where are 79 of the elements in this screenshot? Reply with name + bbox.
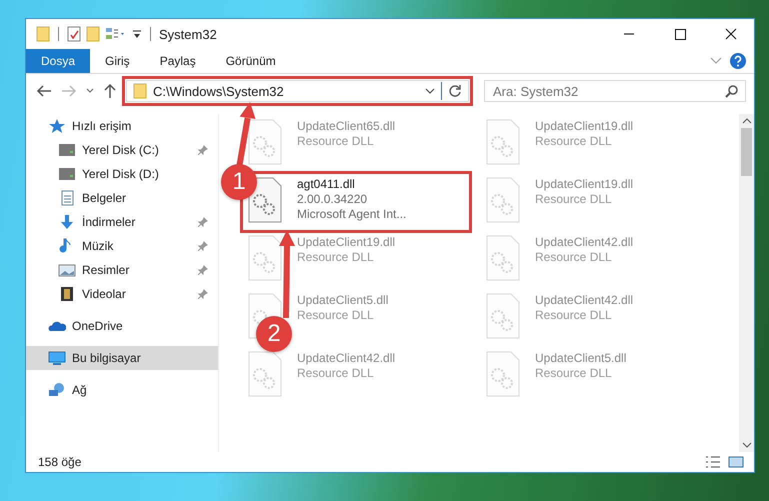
sidebar-item[interactable]: Ağ — [26, 378, 218, 402]
refresh-icon[interactable] — [448, 84, 462, 98]
sidebar-item[interactable]: Yerel Disk (C:) — [26, 138, 218, 162]
film-icon — [58, 286, 76, 302]
network-icon — [48, 382, 66, 398]
file-name: agt0411.dll — [297, 177, 356, 191]
file-name: UpdateClient5.dll — [535, 351, 626, 365]
scroll-up-icon[interactable] — [742, 118, 752, 124]
file-name: UpdateClient5.dll — [297, 293, 388, 307]
dll-gear-file-icon — [485, 351, 521, 397]
dll-gear-file-icon — [247, 351, 283, 397]
details-view-icon[interactable] — [704, 455, 722, 469]
dll-gear-file-icon — [485, 177, 521, 223]
file-detail: Resource DLL — [297, 308, 375, 322]
customize-caret-icon[interactable] — [132, 29, 142, 39]
ribbon-tab[interactable]: Paylaş — [144, 49, 211, 73]
file-detail: Resource DLL — [535, 308, 613, 322]
drive-icon — [58, 142, 76, 158]
pin-icon[interactable] — [198, 217, 208, 227]
dropdown-caret-icon[interactable] — [425, 88, 435, 94]
file-detail: Resource DLL — [535, 366, 613, 380]
scroll-thumb[interactable] — [741, 128, 752, 176]
file-detail: Microsoft Agent Int... — [297, 207, 406, 221]
file-detail: Resource DLL — [297, 134, 375, 148]
pin-icon[interactable] — [198, 145, 208, 155]
help-icon[interactable] — [730, 53, 746, 69]
dll-gear-file-icon — [247, 177, 283, 223]
file-name: UpdateClient42.dll — [535, 235, 634, 249]
item-count: 158 öğe — [38, 455, 82, 469]
properties-icon[interactable] — [67, 26, 81, 42]
dll-gear-file-icon — [247, 235, 283, 281]
file-detail: Resource DLL — [535, 192, 613, 206]
sidebar-item[interactable]: Belgeler — [26, 186, 218, 210]
search-field[interactable]: Ara: System32 — [484, 80, 746, 102]
ribbon-tab[interactable]: Görünüm — [210, 49, 291, 73]
folder-icon — [133, 83, 147, 99]
scrollbar[interactable] — [739, 114, 754, 452]
file-name: UpdateClient42.dll — [297, 351, 396, 365]
sidebar-item[interactable]: Videolar — [26, 282, 218, 306]
file-detail: Resource DLL — [535, 250, 613, 264]
pin-icon[interactable] — [198, 289, 208, 299]
up-arrow-icon[interactable] — [103, 83, 117, 99]
sidebar-item[interactable]: Müzik — [26, 234, 218, 258]
sidebar-item[interactable]: OneDrive — [26, 314, 218, 338]
file-detail: Resource DLL — [297, 250, 375, 264]
picture-icon — [58, 262, 76, 278]
file-detail: 2.00.0.34220 — [297, 192, 368, 206]
drive-icon — [58, 166, 76, 182]
sidebar-item[interactable]: Resimler — [26, 258, 218, 282]
sidebar-item[interactable]: Hızlı erişim — [26, 114, 218, 138]
dll-gear-file-icon — [485, 235, 521, 281]
expand-ribbon-icon[interactable] — [710, 57, 722, 65]
window-title: System32 — [159, 26, 217, 42]
sidebar-item[interactable]: Yerel Disk (D:) — [26, 162, 218, 186]
file-name: UpdateClient42.dll — [535, 293, 634, 307]
recent-caret-icon[interactable] — [86, 88, 94, 94]
file-name: UpdateClient19.dll — [535, 177, 634, 191]
file-name: UpdateClient19.dll — [297, 235, 396, 249]
sidebar-item[interactable]: İndirmeler — [26, 210, 218, 234]
file-detail: Resource DLL — [535, 134, 613, 148]
star-icon — [48, 118, 66, 134]
dll-gear-file-icon — [485, 293, 521, 339]
back-arrow-icon[interactable] — [36, 84, 52, 98]
file-name: UpdateClient19.dll — [535, 119, 634, 133]
search-icon[interactable] — [725, 84, 739, 98]
large-icons-view-icon[interactable] — [728, 455, 744, 469]
sidebar-item[interactable]: Bu bilgisayar — [26, 346, 218, 370]
dll-gear-file-icon — [485, 119, 521, 165]
file-name: UpdateClient65.dll — [297, 119, 396, 133]
view-menu-icon[interactable] — [105, 27, 127, 41]
dll-gear-file-icon — [247, 119, 283, 165]
pin-icon[interactable] — [198, 241, 208, 251]
ribbon-tab[interactable]: Giriş — [90, 49, 145, 73]
pin-icon[interactable] — [198, 265, 208, 275]
monitor-icon — [48, 350, 66, 366]
download-arrow-icon — [58, 214, 76, 230]
file-detail: Resource DLL — [297, 366, 375, 380]
ribbon-tab[interactable]: Dosya — [26, 49, 90, 73]
scroll-down-icon[interactable] — [742, 442, 752, 448]
